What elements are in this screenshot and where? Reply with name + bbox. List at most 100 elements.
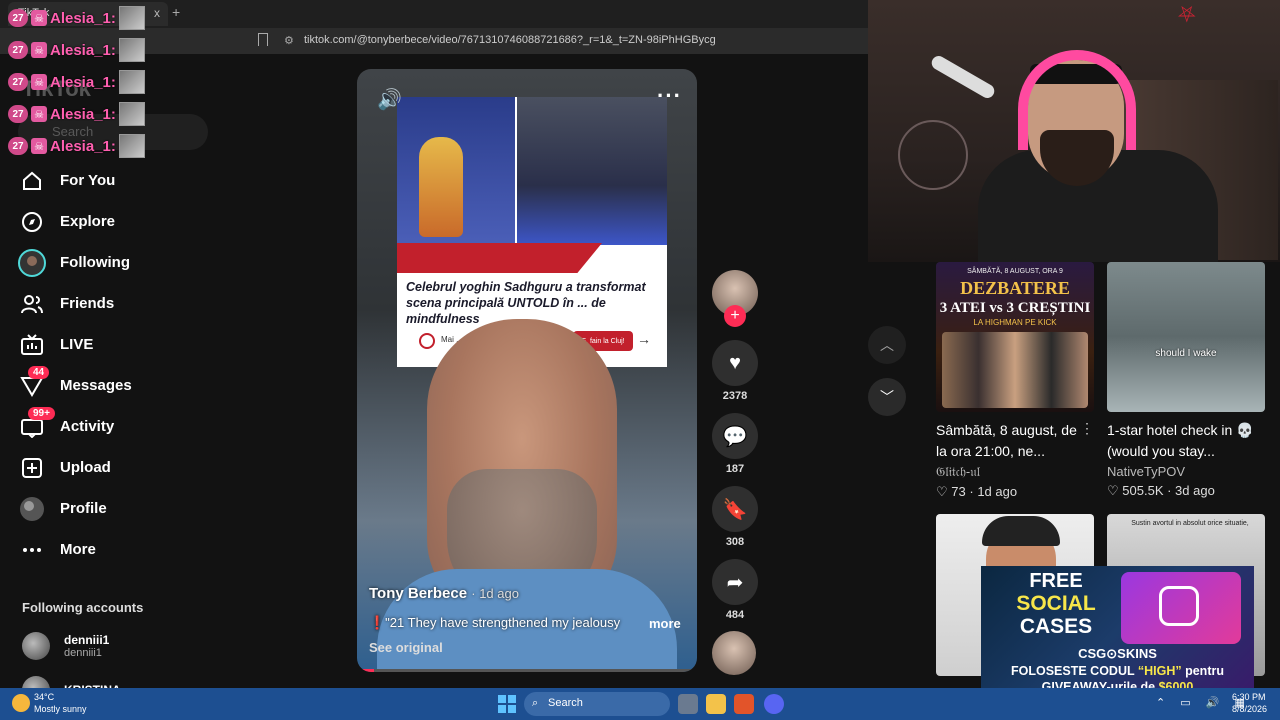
recommended-video[interactable]: SÂMBĂTĂ, 8 AUGUST, ORA 9 DEZBATERE 3 ATE… xyxy=(936,262,1094,500)
sidebar-item-label: Friends xyxy=(60,295,115,312)
promo-l1-post: pentru xyxy=(1181,664,1224,678)
video-author[interactable]: Tony Berbece · 1d ago xyxy=(369,585,519,602)
video-caption: ❗"21 They have strengthened my jealousy xyxy=(369,615,621,630)
compass-icon xyxy=(18,208,46,236)
sigil-decor-icon: ⛧ xyxy=(1178,2,1196,27)
concert-photo-left xyxy=(397,97,515,245)
start-button[interactable] xyxy=(498,695,516,713)
chat-message: 27 ☠ Alesia_1: xyxy=(8,34,168,66)
chat-username: Alesia_1: xyxy=(50,41,116,59)
chat-message: 27 ☠ Alesia_1: xyxy=(8,2,168,34)
screen: TikTok x + ⚙ tiktok.com/@tonyberbece/vid… xyxy=(0,0,1280,720)
thumb-caption: Sustin avortul in absolut orice situatie… xyxy=(1131,520,1249,527)
save-count: 308 xyxy=(725,536,745,548)
chat-username: Alesia_1: xyxy=(50,73,116,91)
kebab-icon[interactable]: ⋮ xyxy=(1080,420,1094,437)
video-author[interactable]: 𝔊𝔩𝔦𝔱𝔠𝔥-𝔲𝔩 xyxy=(936,464,1094,480)
video-actions: + ♥ 2378 💬 187 🔖 308 ➦ 484 xyxy=(712,270,758,632)
windows-taskbar: 34°C Mostly sunny ⌕ Search ⌃ ▭ 🔊 ▦ 6:30 … xyxy=(0,688,1280,720)
upload-icon xyxy=(18,454,46,482)
sidebar-item-friends[interactable]: Friends xyxy=(18,283,218,324)
sidebar-item-label: Upload xyxy=(60,459,111,476)
comment-count: 187 xyxy=(725,463,745,475)
url-text[interactable]: tiktok.com/@tonyberbece/video/7671310746… xyxy=(304,34,716,46)
thumb-subheadline: 3 ATEI vs 3 CREȘTINI xyxy=(939,300,1091,316)
video-thumbnail[interactable]: should I wake xyxy=(1107,262,1265,412)
heart-outline-icon: ♡ xyxy=(936,484,948,499)
like-button[interactable]: ♥ xyxy=(712,340,758,386)
arrow-right-icon: → xyxy=(637,331,651,347)
thumb-date: SÂMBĂTĂ, 8 AUGUST, ORA 9 xyxy=(967,268,1063,275)
skull-badge-icon: ☠ xyxy=(31,74,47,90)
sound-avatar[interactable] xyxy=(712,631,756,675)
like-count: 73 xyxy=(951,484,966,499)
chat-username: Alesia_1: xyxy=(50,137,116,155)
sidebar-item-profile[interactable]: Profile xyxy=(18,488,218,529)
sidebar-item-live[interactable]: LIVE xyxy=(18,324,218,365)
following-account[interactable]: denniii1 denniii1 xyxy=(22,632,109,660)
messages-icon: 44 xyxy=(18,365,50,400)
weather-temp[interactable]: 34°C xyxy=(34,692,54,702)
search-icon: ⌕ xyxy=(532,697,539,709)
sidebar-item-label: Explore xyxy=(60,213,116,230)
bookmark-icon[interactable] xyxy=(258,33,268,46)
sidebar-item-for-you[interactable]: For You xyxy=(18,160,218,201)
skull-badge-icon: ☠ xyxy=(31,10,47,26)
stream-chat-overlay: 27 ☠ Alesia_1: 27 ☠ Alesia_1: 27 ☠ Alesi… xyxy=(8,2,168,162)
share-button[interactable]: ➦ xyxy=(712,559,758,605)
comment-button[interactable]: 💬 xyxy=(712,413,758,459)
chat-message: 27 ☠ Alesia_1: xyxy=(8,130,168,162)
task-view-icon[interactable] xyxy=(678,694,698,714)
save-button[interactable]: 🔖 xyxy=(712,486,758,532)
clock-time[interactable]: 6:30 PM xyxy=(1232,692,1266,702)
volume-icon[interactable]: 🔊 xyxy=(377,87,402,112)
post-age: 3d ago xyxy=(1175,483,1215,498)
more-options-icon[interactable]: ··· xyxy=(657,83,682,109)
taskbar-search[interactable]: ⌕ Search xyxy=(524,692,670,716)
sidebar-item-following[interactable]: Following xyxy=(18,242,218,283)
weather-condition[interactable]: Mostly sunny xyxy=(34,704,87,714)
video-author[interactable]: NativeTyPOV xyxy=(1107,464,1265,479)
friends-icon xyxy=(18,290,46,318)
sub-badge: 27 xyxy=(8,9,28,27)
sidebar-item-more[interactable]: More xyxy=(18,529,218,570)
account-handle: denniii1 xyxy=(64,647,102,659)
chevron-down-icon: ﹀ xyxy=(880,389,894,405)
sidebar-item-label: Activity xyxy=(60,418,115,435)
caption-more-button[interactable]: more xyxy=(649,616,681,631)
follow-plus-icon[interactable]: + xyxy=(724,305,746,327)
emote-icon xyxy=(118,6,145,30)
sidebar-item-activity[interactable]: 99+ Activity xyxy=(18,406,218,447)
heart-outline-icon: ♡ xyxy=(1107,483,1119,498)
sidebar-item-label: Following xyxy=(60,254,130,271)
microphone xyxy=(929,53,997,101)
sidebar-item-explore[interactable]: Explore xyxy=(18,201,218,242)
video-title[interactable]: 1-star hotel check in 💀 (would you stay.… xyxy=(1107,420,1257,462)
recommended-video[interactable]: should I wake 1-star hotel check in 💀 (w… xyxy=(1107,262,1265,499)
thumb-people xyxy=(942,332,1088,408)
discord-icon[interactable] xyxy=(764,694,784,714)
sidebar-item-upload[interactable]: Upload xyxy=(18,447,218,488)
video-meta: ♡ 73 · 1d ago xyxy=(936,484,1018,499)
bookmark-icon: 🔖 xyxy=(722,498,748,521)
weather-icon[interactable] xyxy=(12,694,30,712)
promo-social: SOCIAL xyxy=(1016,592,1096,615)
home-icon xyxy=(18,167,46,195)
new-tab-button[interactable]: + xyxy=(172,4,180,20)
chat-username: Alesia_1: xyxy=(50,9,116,27)
video-thumbnail[interactable]: SÂMBĂTĂ, 8 AUGUST, ORA 9 DEZBATERE 3 ATE… xyxy=(936,262,1094,412)
prev-video-button[interactable]: ︿ xyxy=(868,326,906,364)
see-original-button[interactable]: See original xyxy=(369,640,443,655)
file-explorer-icon[interactable] xyxy=(706,694,726,714)
emote-icon xyxy=(118,134,145,158)
creator-avatar[interactable]: + xyxy=(712,270,758,327)
share-icon: ➦ xyxy=(726,571,744,594)
sidebar-item-messages[interactable]: 44 Messages xyxy=(18,365,218,406)
site-info-icon[interactable]: ⚙ xyxy=(284,34,294,47)
video-player[interactable]: Celebrul yoghin Sadhguru a transformat s… xyxy=(357,69,697,672)
clock-date[interactable]: 8/8/2026 xyxy=(1232,704,1267,714)
video-title[interactable]: Sâmbătă, 8 august, de la ora 21:00, ne..… xyxy=(936,420,1086,462)
video-progress-bar[interactable] xyxy=(357,669,697,672)
brave-browser-icon[interactable] xyxy=(734,694,754,714)
next-video-button[interactable]: ﹀ xyxy=(868,378,906,416)
